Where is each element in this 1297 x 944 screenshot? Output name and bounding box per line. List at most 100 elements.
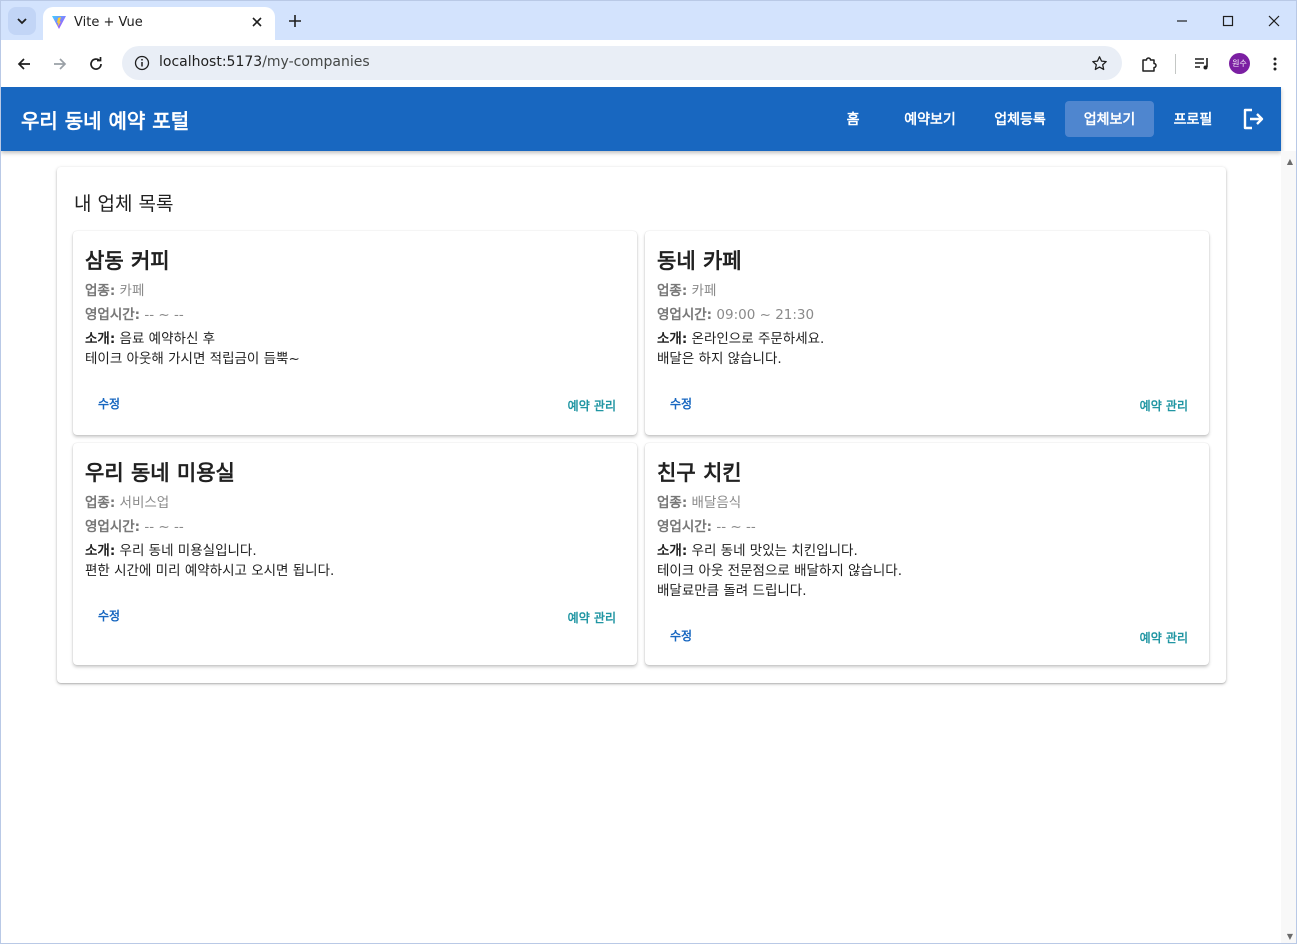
manage-reservations-button[interactable]: 예약 관리	[559, 391, 625, 419]
my-companies-card: 내 업체 목록 삼동 커피 업종: 카페 영업시간: -- ~ -- 소개: 음…	[57, 167, 1226, 683]
company-hours: 영업시간: -- ~ --	[85, 515, 184, 535]
edit-button[interactable]: 수정	[85, 389, 133, 417]
hours-value: -- ~ --	[144, 519, 184, 535]
reload-button[interactable]	[81, 49, 111, 79]
tab-title: Vite + Vue	[74, 15, 143, 30]
logout-button[interactable]	[1233, 101, 1273, 137]
app-header: 우리 동네 예약 포털 홈 예약보기 업체등록 업체보기 프로필	[1, 87, 1281, 151]
page-title: 내 업체 목록	[74, 193, 174, 215]
maximize-button[interactable]	[1205, 1, 1251, 41]
url-path: /my-companies	[262, 54, 370, 70]
company-category: 업종: 서비스업	[85, 491, 169, 511]
intro-line: 소개: 우리 동네 미용실입니다.	[85, 541, 334, 561]
back-button[interactable]	[9, 49, 39, 79]
close-icon	[1268, 15, 1280, 27]
category-label: 업종:	[657, 283, 688, 299]
intro-label: 소개:	[657, 543, 688, 559]
intro-text: 음료 예약하신 후	[119, 331, 216, 347]
company-hours: 영업시간: -- ~ --	[85, 303, 184, 323]
category-value: 카페	[691, 283, 717, 299]
intro-line: 편한 시간에 미리 예약하시고 오시면 됩니다.	[85, 563, 335, 579]
arrow-right-icon	[54, 58, 67, 70]
category-label: 업종:	[85, 495, 116, 511]
intro-text: 우리 동네 미용실입니다.	[119, 543, 257, 559]
window-close-button[interactable]	[1251, 1, 1297, 41]
new-tab-button[interactable]	[283, 9, 307, 33]
tab-search-button[interactable]	[8, 7, 36, 35]
company-intro: 소개: 음료 예약하신 후 테이크 아웃해 가시면 적립금이 듬뿍~	[85, 329, 300, 369]
close-icon	[252, 17, 262, 27]
manage-reservations-button[interactable]: 예약 관리	[1131, 391, 1197, 419]
intro-line: 소개: 우리 동네 맛있는 치킨입니다.	[657, 541, 902, 561]
company-name: 친구 치킨	[657, 461, 742, 485]
intro-line: 배달은 하지 않습니다.	[657, 351, 782, 367]
hours-label: 영업시간:	[85, 519, 141, 535]
hours-label: 영업시간:	[657, 307, 713, 323]
company-card: 친구 치킨 업종: 배달음식 영업시간: -- ~ -- 소개: 우리 동네 맛…	[645, 443, 1209, 665]
company-name: 우리 동네 미용실	[85, 461, 235, 485]
hours-value: 09:00 ~ 21:30	[716, 307, 815, 323]
company-card: 우리 동네 미용실 업종: 서비스업 영업시간: -- ~ -- 소개: 우리 …	[73, 443, 637, 665]
forward-button[interactable]	[45, 49, 75, 79]
nav-view-companies[interactable]: 업체보기	[1065, 101, 1154, 137]
star-icon	[1091, 55, 1107, 70]
edit-button[interactable]: 수정	[85, 601, 133, 629]
intro-line: 배달료만큼 돌려 드립니다.	[657, 583, 807, 599]
company-intro: 소개: 우리 동네 맛있는 치킨입니다. 테이크 아웃 전문점으로 배달하지 않…	[657, 541, 902, 601]
scroll-up-arrow-icon[interactable]: ▲	[1287, 157, 1293, 166]
intro-text: 우리 동네 맛있는 치킨입니다.	[691, 543, 858, 559]
browser-tab[interactable]: Vite + Vue	[43, 7, 275, 41]
page-scrollbar[interactable]	[1281, 151, 1296, 943]
address-bar[interactable]: localhost:5173/my-companies	[122, 46, 1122, 80]
media-control-button[interactable]	[1187, 49, 1217, 79]
category-value: 배달음식	[691, 495, 742, 511]
company-hours: 영업시간: 09:00 ~ 21:30	[657, 303, 814, 323]
page-viewport: 우리 동네 예약 포털 홈 예약보기 업체등록 업체보기 프로필 ▲ ▼ 내 업…	[0, 87, 1297, 944]
url-host: localhost:5173	[159, 54, 263, 70]
company-intro: 소개: 온라인으로 주문하세요. 배달은 하지 않습니다.	[657, 329, 824, 369]
category-label: 업종:	[657, 495, 688, 511]
app-title[interactable]: 우리 동네 예약 포털	[21, 105, 189, 134]
intro-label: 소개:	[657, 331, 688, 347]
company-category: 업종: 카페	[657, 279, 716, 299]
manage-reservations-button[interactable]: 예약 관리	[1131, 623, 1197, 651]
category-value: 서비스업	[119, 495, 170, 511]
intro-line: 테이크 아웃 전문점으로 배달하지 않습니다.	[657, 563, 903, 579]
browser-tab-strip: Vite + Vue	[0, 0, 1297, 41]
category-label: 업종:	[85, 283, 116, 299]
company-card: 삼동 커피 업종: 카페 영업시간: -- ~ -- 소개: 음료 예약하신 후…	[73, 231, 637, 435]
nav-register-company[interactable]: 업체등록	[975, 101, 1065, 137]
site-info-button[interactable]	[132, 53, 152, 73]
intro-label: 소개:	[85, 331, 116, 347]
logout-icon	[1243, 108, 1264, 130]
chevron-down-icon	[17, 18, 27, 25]
intro-text: 온라인으로 주문하세요.	[691, 331, 825, 347]
browser-menu-button[interactable]	[1260, 49, 1290, 79]
minimize-button[interactable]	[1159, 1, 1205, 41]
hours-label: 영업시간:	[657, 519, 713, 535]
manage-reservations-button[interactable]: 예약 관리	[559, 603, 625, 631]
playlist-icon	[1195, 58, 1208, 70]
maximize-icon	[1222, 15, 1234, 27]
company-category: 업종: 배달음식	[657, 491, 741, 511]
intro-line: 소개: 온라인으로 주문하세요.	[657, 329, 824, 349]
category-value: 카페	[119, 283, 145, 299]
nav-profile[interactable]: 프로필	[1156, 101, 1230, 137]
extensions-button[interactable]	[1134, 49, 1164, 79]
company-category: 업종: 카페	[85, 279, 144, 299]
browser-toolbar: localhost:5173/my-companies 원수	[0, 40, 1297, 87]
url-text: localhost:5173/my-companies	[159, 54, 370, 70]
company-name: 동네 카페	[657, 249, 742, 273]
bookmark-button[interactable]	[1088, 52, 1110, 74]
nav-reservations[interactable]: 예약보기	[885, 101, 975, 137]
nav-home[interactable]: 홈	[831, 101, 875, 137]
info-icon	[134, 55, 150, 71]
toolbar-divider	[1175, 54, 1176, 74]
edit-button[interactable]: 수정	[657, 389, 705, 417]
edit-button[interactable]: 수정	[657, 621, 705, 649]
hours-value: -- ~ --	[144, 307, 184, 323]
scroll-down-arrow-icon[interactable]: ▼	[1287, 932, 1293, 941]
reload-icon	[90, 57, 102, 70]
tab-close-button[interactable]	[247, 12, 267, 32]
profile-avatar[interactable]: 원수	[1229, 53, 1250, 74]
